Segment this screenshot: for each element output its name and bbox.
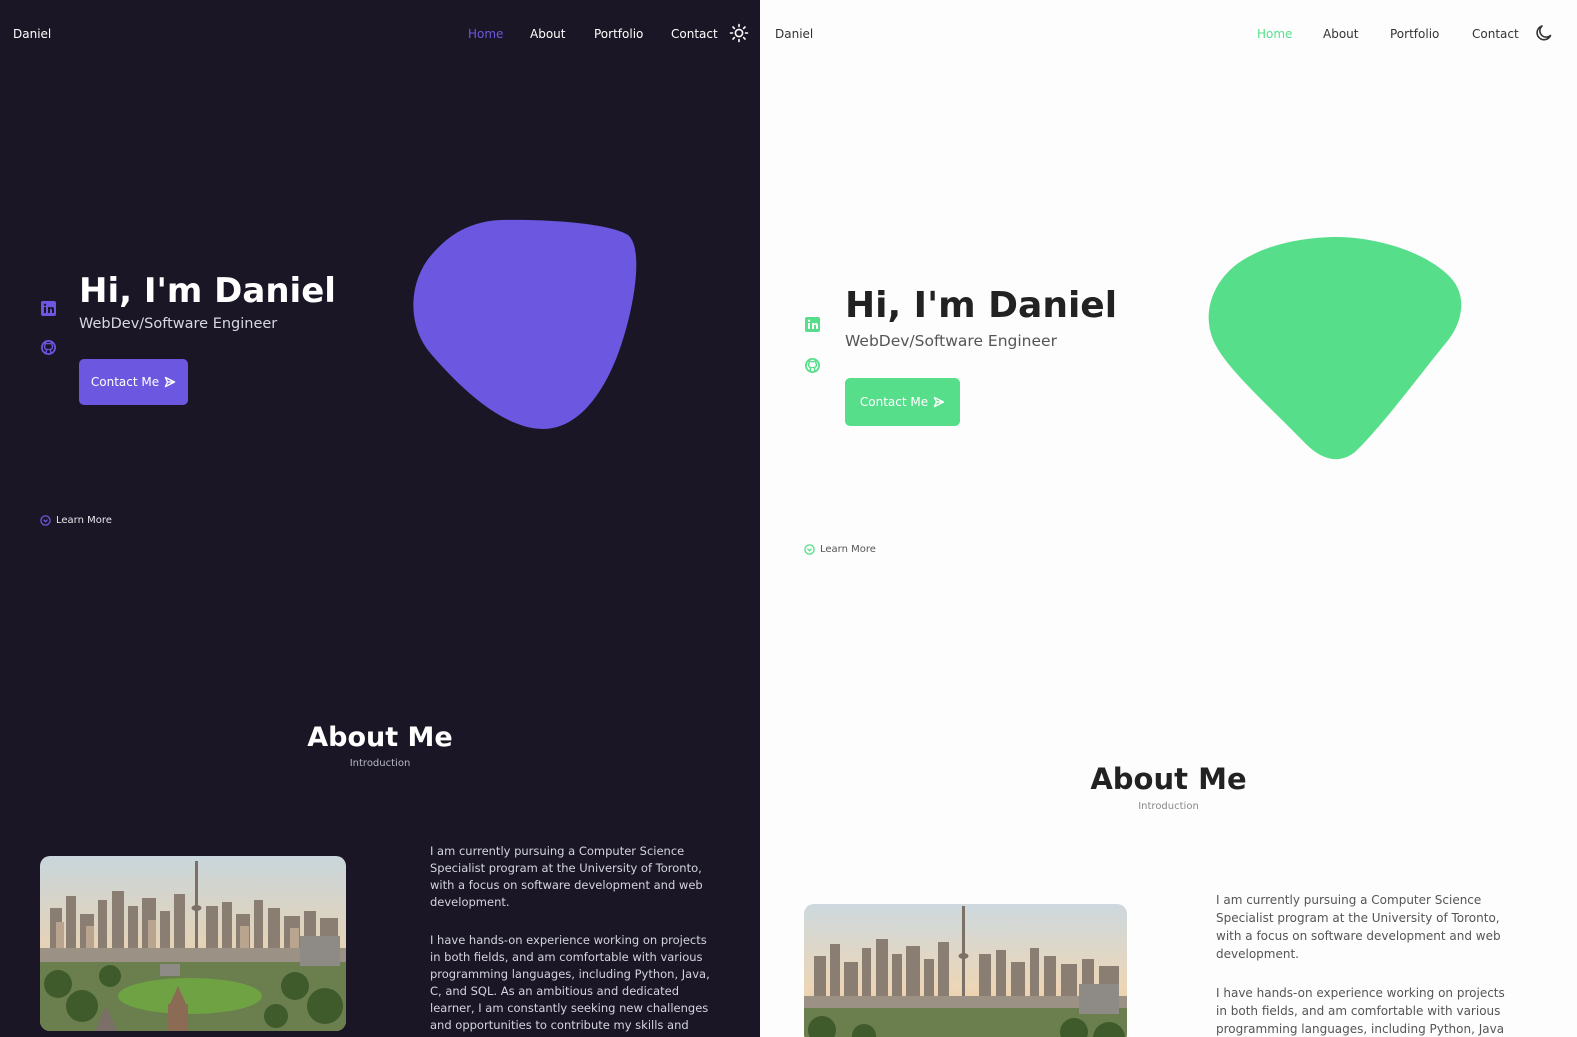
about-title: About Me — [307, 722, 453, 753]
github-link[interactable] — [804, 357, 822, 375]
contact-me-button[interactable]: Contact Me — [79, 359, 188, 405]
nav-portfolio[interactable]: Portfolio — [594, 27, 643, 41]
nav-about[interactable]: About — [530, 27, 565, 41]
moon-icon — [1536, 25, 1552, 41]
send-icon — [933, 396, 945, 408]
contact-me-button[interactable]: Contact Me — [845, 378, 960, 426]
navbar: Daniel Home About Portfolio Contact — [760, 0, 1577, 66]
sun-icon — [729, 23, 749, 43]
learn-more-link[interactable]: Learn More — [804, 544, 876, 555]
light-theme-pane: Daniel Home About Portfolio Contact Hi, … — [760, 0, 1577, 1037]
about-paragraph-1: I am currently pursuing a Computer Scien… — [1216, 893, 1501, 961]
scroll-down-icon — [804, 544, 815, 555]
linkedin-icon — [805, 317, 820, 332]
about-subtitle: Introduction — [349, 758, 411, 769]
hero-title: Hi, I'm Daniel — [79, 271, 336, 311]
hero-blob — [413, 219, 637, 429]
toronto-skyline-illustration — [804, 904, 1127, 1037]
hero-subtitle: WebDev/Software Engineer — [845, 332, 1057, 350]
theme-toggle-button[interactable] — [729, 23, 749, 43]
about-paragraph-2: I have hands-on experience working on pr… — [430, 933, 710, 1032]
linkedin-icon — [41, 301, 56, 316]
learn-more-label: Learn More — [820, 544, 876, 555]
scroll-down-icon — [40, 515, 51, 526]
github-icon — [805, 358, 820, 373]
hero-blob — [1208, 236, 1462, 460]
nav-home[interactable]: Home — [468, 27, 503, 41]
toronto-skyline-image — [804, 904, 1127, 1037]
toronto-skyline-image — [40, 856, 346, 1031]
linkedin-link[interactable] — [804, 316, 822, 334]
about-paragraph-2: I have hands-on experience working on pr… — [1216, 986, 1505, 1036]
github-link[interactable] — [40, 339, 58, 357]
hero-title: Hi, I'm Daniel — [845, 285, 1118, 326]
about-description: I am currently pursuing a Computer Scien… — [430, 843, 710, 1037]
linkedin-link[interactable] — [40, 300, 58, 318]
learn-more-link[interactable]: Learn More — [40, 515, 112, 526]
about-paragraph-1: I am currently pursuing a Computer Scien… — [430, 844, 703, 909]
nav-home[interactable]: Home — [1257, 27, 1292, 41]
nav-about[interactable]: About — [1323, 27, 1358, 41]
toronto-skyline-illustration — [40, 856, 346, 1031]
about-subtitle: Introduction — [1138, 801, 1199, 812]
nav-contact[interactable]: Contact — [1472, 27, 1519, 41]
nav-contact[interactable]: Contact — [671, 27, 718, 41]
learn-more-label: Learn More — [56, 515, 112, 526]
about-title: About Me — [1090, 762, 1247, 796]
brand-logo[interactable]: Daniel — [775, 27, 813, 41]
contact-me-label: Contact Me — [90, 375, 160, 389]
brand-logo[interactable]: Daniel — [13, 27, 51, 41]
hero-subtitle: WebDev/Software Engineer — [79, 316, 278, 332]
contact-me-label: Contact Me — [859, 395, 929, 409]
dark-theme-pane: Daniel Home About Portfolio Contact Hi, … — [0, 0, 760, 1037]
about-description: I am currently pursuing a Computer Scien… — [1216, 891, 1516, 1037]
send-icon — [164, 376, 176, 388]
theme-toggle-button[interactable] — [1534, 23, 1554, 43]
github-icon — [41, 340, 56, 355]
navbar: Daniel Home About Portfolio Contact — [0, 0, 760, 66]
nav-portfolio[interactable]: Portfolio — [1390, 27, 1439, 41]
